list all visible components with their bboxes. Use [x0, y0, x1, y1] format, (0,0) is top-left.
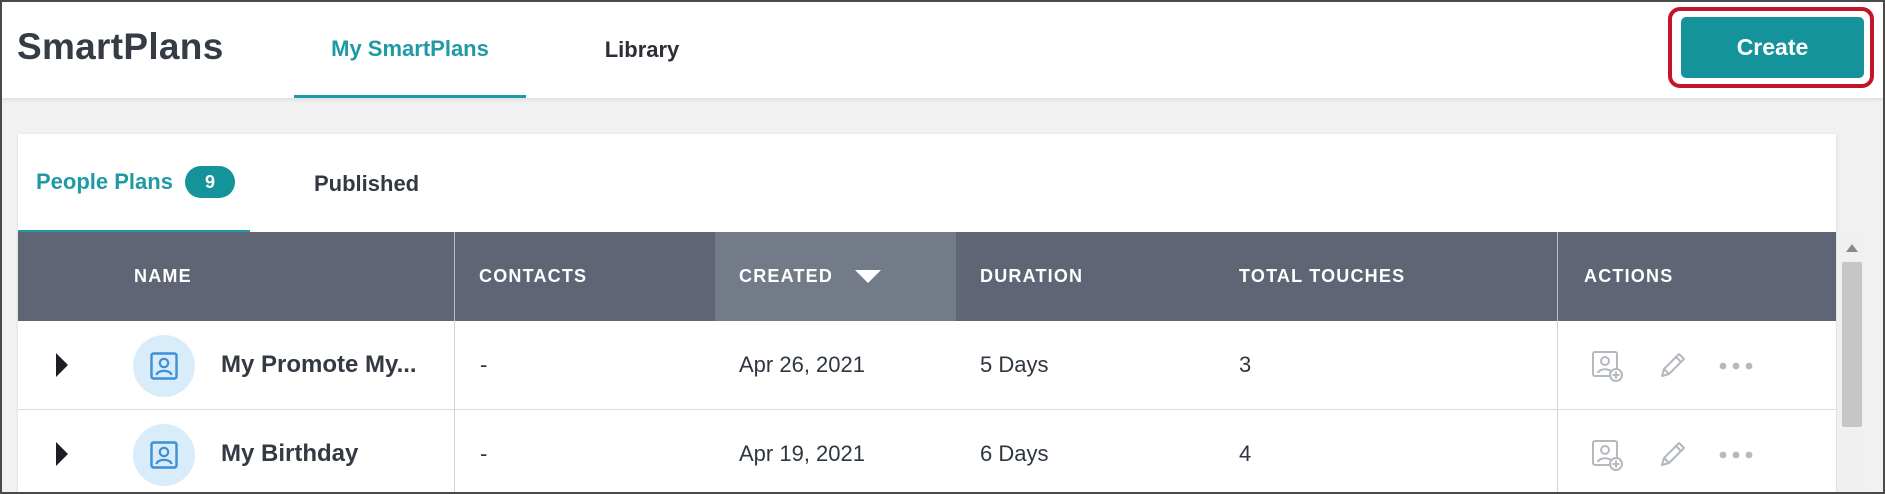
column-header-total-touches-label: TOTAL TOUCHES — [1239, 266, 1406, 286]
plan-duration: 5 Days — [980, 352, 1049, 377]
column-header-contacts-label: CONTACTS — [479, 266, 588, 286]
people-plans-count-badge: 9 — [184, 166, 235, 198]
plans-card: People Plans 9 Published NAME CONTACTS C… — [18, 134, 1836, 492]
column-divider — [1557, 321, 1558, 409]
app-title: SmartPlans — [17, 26, 224, 67]
create-button[interactable]: Create — [1681, 17, 1864, 78]
plan-contacts: - — [480, 441, 488, 466]
table-scrollbar[interactable] — [1836, 234, 1866, 492]
plan-name[interactable]: My Birthday — [221, 410, 358, 492]
column-header-created-label: CREATED — [739, 266, 834, 286]
person-card-icon — [133, 335, 195, 397]
expand-row-icon[interactable] — [56, 442, 68, 466]
table-row[interactable]: My Promote My... - Apr 26, 2021 5 Days 3 — [18, 321, 1836, 410]
scroll-up-arrow-icon[interactable] — [1846, 244, 1858, 252]
plan-name[interactable]: My Promote My... — [221, 321, 417, 409]
more-options-icon[interactable] — [1718, 437, 1754, 473]
plan-created-date: Apr 19, 2021 — [739, 441, 865, 466]
top-header: SmartPlans My SmartPlans Library Create — [2, 2, 1883, 98]
column-header-name-label: NAME — [134, 266, 192, 286]
tab-people-plans-label: People Plans — [36, 169, 173, 194]
column-header-contacts[interactable]: CONTACTS — [479, 232, 587, 321]
add-contact-icon[interactable] — [1589, 437, 1625, 473]
add-contact-icon[interactable] — [1589, 348, 1625, 384]
column-header-actions: ACTIONS — [1584, 232, 1673, 321]
tab-people-plans[interactable]: People Plans 9 — [18, 134, 250, 233]
tab-my-smartplans[interactable]: My SmartPlans — [294, 2, 526, 98]
plan-total-touches: 4 — [1239, 441, 1252, 466]
tab-library-label: Library — [604, 37, 680, 62]
column-header-duration[interactable]: DURATION — [980, 232, 1083, 321]
tab-library[interactable]: Library — [557, 2, 727, 98]
person-card-icon — [133, 424, 195, 486]
column-divider — [454, 232, 455, 321]
column-divider — [454, 410, 455, 492]
more-options-icon[interactable] — [1718, 348, 1754, 384]
column-divider — [454, 321, 455, 409]
column-divider — [1557, 232, 1558, 321]
column-header-created[interactable]: CREATED — [715, 232, 956, 321]
edit-pencil-icon[interactable] — [1654, 348, 1690, 384]
plan-duration: 6 Days — [980, 441, 1049, 466]
column-header-duration-label: DURATION — [980, 266, 1084, 286]
expand-row-icon[interactable] — [56, 353, 68, 377]
column-divider — [1557, 410, 1558, 492]
table-row[interactable]: My Birthday - Apr 19, 2021 6 Days 4 — [18, 410, 1836, 492]
plan-total-touches: 3 — [1239, 352, 1252, 377]
column-header-total-touches[interactable]: TOTAL TOUCHES — [1239, 232, 1405, 321]
scrollbar-thumb[interactable] — [1842, 262, 1862, 427]
sort-descending-icon — [855, 270, 882, 283]
table-header: NAME CONTACTS CREATED DURATION TOTAL TOU… — [18, 232, 1836, 321]
edit-pencil-icon[interactable] — [1654, 437, 1690, 473]
plan-created-date: Apr 26, 2021 — [739, 352, 865, 377]
column-header-actions-label: ACTIONS — [1584, 266, 1674, 286]
tab-published-label: Published — [314, 170, 420, 196]
column-header-name[interactable]: NAME — [134, 232, 192, 321]
app-window: SmartPlans My SmartPlans Library Create … — [0, 0, 1885, 494]
plan-contacts: - — [480, 352, 488, 377]
tab-published[interactable]: Published — [314, 134, 464, 233]
tab-my-smartplans-label: My SmartPlans — [331, 35, 489, 61]
